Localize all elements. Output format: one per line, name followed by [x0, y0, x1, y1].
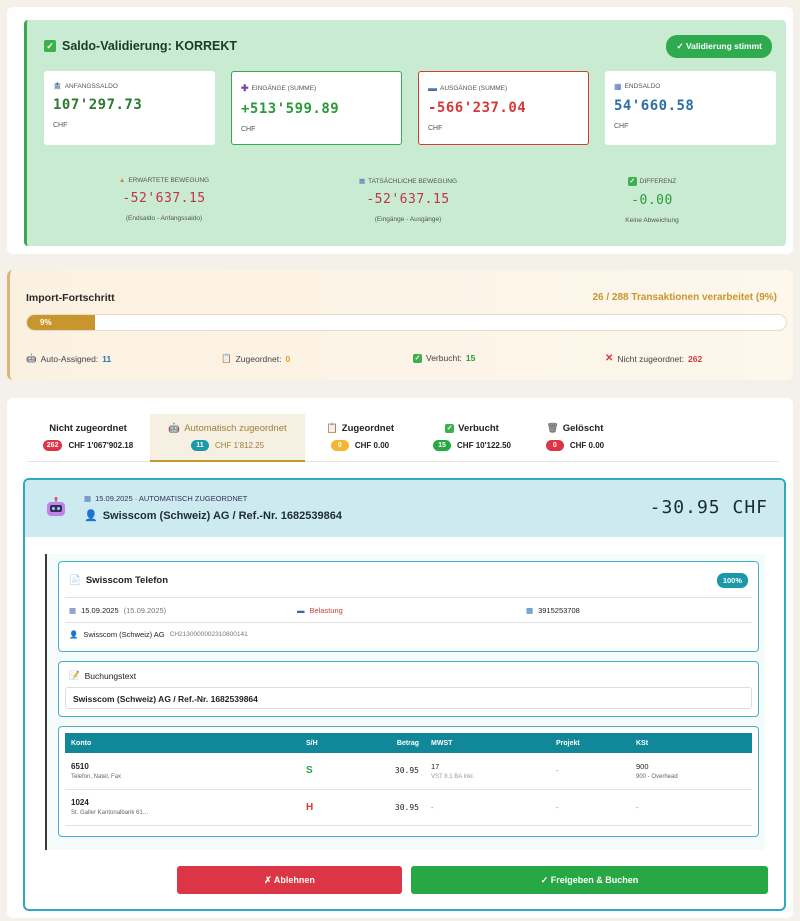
col-konto: Konto [65, 733, 300, 753]
start-balance-amount: 107'297.73 [53, 97, 143, 113]
validation-title: ✓ Saldo-Validierung: KORREKT [44, 39, 237, 53]
stat-booked: ✓ Verbucht: 15 [413, 353, 476, 363]
note-icon: 📝 [69, 670, 80, 680]
stat-unassigned: ✕ Nicht zugeordnet: 262 [605, 353, 703, 364]
check-icon: ✓ [44, 40, 56, 52]
booking-text-label: 📝 Buchungstext [69, 670, 137, 681]
validation-card: ✓ Saldo-Validierung: KORREKT ✓ Validieru… [7, 7, 793, 254]
check-icon: ✓ [413, 353, 422, 363]
robot-icon: 🤖 [168, 423, 181, 434]
transaction-date-line: ▦ 15.09.2025 · AUTOMATISCH ZUGEORDNET [84, 494, 248, 503]
chart-icon: ▦ [614, 82, 622, 91]
reject-button[interactable]: ✗ Ablehnen [177, 866, 402, 894]
transaction-card: ▦ 15.09.2025 · AUTOMATISCH ZUGEORDNET 👤 … [23, 478, 786, 911]
validation-panel: ✓ Saldo-Validierung: KORREKT ✓ Validieru… [24, 20, 786, 246]
import-progress-card: Import-Fortschritt 26 / 288 Transaktione… [7, 270, 793, 380]
col-kst: KSt [630, 733, 752, 753]
cross-icon: ✕ [605, 353, 614, 364]
approve-book-button[interactable]: ✓ Freigeben & Buchen [411, 866, 768, 894]
minus-icon: ▬ [428, 83, 437, 93]
clipboard-icon: 📋 [221, 353, 232, 363]
table-row[interactable]: 1024 St. Galler Kantonalbank 61… H 30.95 … [65, 789, 752, 826]
end-balance-box: ▦ Endsaldo 54'660.58 CHF [605, 71, 776, 145]
robot-icon [47, 497, 65, 516]
check-icon: ✓ [627, 177, 637, 186]
stat-assigned: 📋 Zugeordnet: 0 [221, 353, 291, 364]
number-icon: ▦ [526, 606, 534, 615]
detail-box: 📄 Swisscom Telefon 100% ▦ 15.09.2025 (15… [58, 561, 759, 652]
tab-booked[interactable]: ✓ Verbucht 15 CHF 10'122.50 [422, 414, 522, 462]
posting-table-box: Konto S/H Betrag MWST Projekt KSt 6510 Te… [58, 726, 759, 837]
document-icon: 📄 [69, 575, 81, 586]
tab-assigned[interactable]: 📋 Zugeordnet 0 CHF 0.00 [315, 414, 405, 462]
transaction-amount: -30.95 CHF [649, 497, 768, 518]
incoming-sum-amount: +513'599.89 [241, 101, 340, 117]
detail-party: 👤 Swisscom (Schweiz) AG CH21300000023108… [69, 630, 248, 639]
transaction-details: 📄 Swisscom Telefon 100% ▦ 15.09.2025 (15… [45, 554, 765, 850]
check-icon: ✓ [445, 424, 455, 433]
status-tabs: Nicht zugeordnet 262 CHF 1'067'902.18 🤖 Au… [27, 414, 779, 462]
booking-text-input[interactable]: Swisscom (Schweiz) AG / Ref.-Nr. 1682539… [65, 687, 752, 709]
detail-reference: ▦ 3915253708 [526, 606, 580, 615]
flask-icon: ▲ [118, 177, 126, 184]
person-icon: 👤 [84, 510, 98, 522]
person-icon: 👤 [69, 630, 79, 639]
tab-auto-assigned[interactable]: 🤖 Automatisch zugeordnet 11 CHF 1'812.25 [150, 414, 305, 462]
calendar-icon: ▦ [84, 494, 92, 503]
expected-movement: ▲ Erwartete Bewegung -52'637.15 (Endsaldo… [118, 177, 210, 222]
transactions-card: Nicht zugeordnet 262 CHF 1'067'902.18 🤖 Au… [7, 398, 793, 918]
detail-date: ▦ 15.09.2025 (15.09.2025) [69, 606, 167, 615]
import-progress-fill: 9% [27, 315, 96, 330]
chart-icon: ▦ [358, 178, 366, 185]
tab-deleted[interactable]: 🗑 Gelöscht 0 CHF 0.00 [535, 414, 615, 462]
import-count: 26 / 288 Transaktionen verarbeitet (9%) [592, 292, 777, 303]
outgoing-sum-amount: -566'237.04 [428, 100, 527, 116]
validation-status-badge: ✓ Validierung stimmt [666, 35, 772, 58]
transaction-name: 👤 Swisscom (Schweiz) AG / Ref.-Nr. 16825… [84, 509, 342, 523]
bank-icon: 🏦 [53, 83, 62, 90]
col-mwst: MWST [425, 733, 550, 753]
plus-icon: ✚ [241, 83, 249, 93]
clipboard-icon: 📋 [325, 423, 338, 434]
actual-movement: ▦ Tatsächliche Bewegung -52'637.15 (Eingä… [358, 177, 458, 224]
incoming-sum-box: ✚ Eingänge (Summe) +513'599.89 CHF [231, 71, 402, 145]
robot-icon: 🤖 [26, 353, 37, 363]
transaction-header[interactable]: ▦ 15.09.2025 · AUTOMATISCH ZUGEORDNET 👤 … [25, 480, 784, 537]
end-balance-amount: 54'660.58 [614, 98, 695, 114]
difference: ✓ Differenz -0.00 Keine Abweichung [625, 177, 679, 224]
col-projekt: Projekt [550, 733, 630, 753]
start-balance-box: 🏦 Anfangssaldo 107'297.73 CHF [44, 71, 215, 145]
import-title: Import-Fortschritt [26, 292, 115, 304]
detail-type: ▬ Belastung [297, 606, 343, 615]
calendar-icon: ▦ [69, 606, 77, 615]
import-progress-bar: 9% [26, 314, 787, 331]
booking-text-box: 📝 Buchungstext Swisscom (Schweiz) AG / R… [58, 661, 759, 717]
outgoing-sum-box: ▬ Ausgänge (Summe) -566'237.04 CHF [418, 71, 589, 145]
posting-table: Konto S/H Betrag MWST Projekt KSt 6510 Te… [65, 733, 752, 826]
table-row[interactable]: 6510 Telefon, Natel, Fax S 30.95 17 VST 8.… [65, 753, 752, 790]
tab-unassigned[interactable]: Nicht zugeordnet 262 CHF 1'067'902.18 [27, 414, 149, 462]
card-icon: ▬ [297, 606, 305, 615]
trash-icon: 🗑 [546, 423, 559, 434]
col-betrag: Betrag [380, 733, 425, 753]
detail-title: 📄 Swisscom Telefon [69, 575, 169, 586]
match-confidence-badge: 100% [716, 573, 748, 588]
stat-auto-assigned: 🤖 Auto-Assigned: 11 [26, 353, 112, 364]
col-sh: S/H [300, 733, 380, 753]
